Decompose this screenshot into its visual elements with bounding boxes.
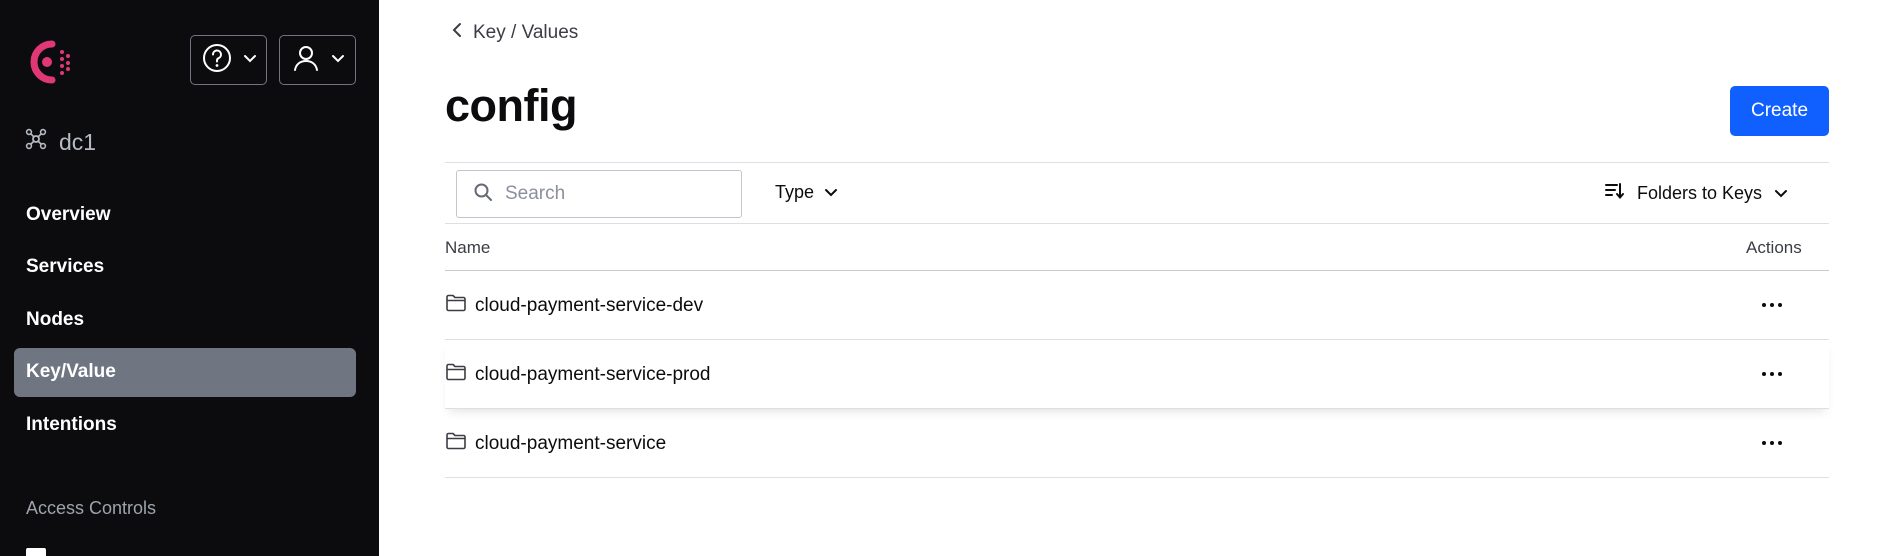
search-icon (473, 182, 493, 207)
user-menu-button[interactable] (279, 35, 356, 85)
folder-icon (445, 293, 467, 319)
main-content: Key / Values config Create Type (379, 0, 1879, 556)
sort-dropdown[interactable]: Folders to Keys (1605, 182, 1788, 205)
row-name[interactable]: cloud-payment-service-dev (475, 295, 703, 317)
table-header: Name Actions (445, 224, 1829, 271)
row-name-cell[interactable]: cloud-payment-service-dev (445, 271, 703, 340)
row-actions-button[interactable] (1760, 368, 1784, 380)
folder-icon (445, 431, 467, 457)
datacenter-icon (25, 128, 47, 156)
search-box[interactable] (456, 170, 742, 218)
type-filter-label: Type (775, 182, 815, 202)
sidebar-item-services[interactable]: Services (14, 243, 356, 292)
sidebar: dc1 Overview Services Nodes Key/Value In… (0, 0, 379, 556)
search-input[interactable] (505, 183, 725, 205)
datacenter-label: dc1 (59, 128, 97, 155)
table-row[interactable]: cloud-payment-service-dev (445, 271, 1829, 340)
table-row[interactable]: cloud-payment-service-prod (445, 340, 1829, 409)
help-menu-button[interactable] (190, 35, 267, 85)
user-icon (291, 43, 321, 78)
sort-label: Folders to Keys (1637, 183, 1763, 203)
sort-icon (1605, 182, 1625, 205)
filter-toolbar: Type Folders to Keys (445, 162, 1829, 224)
create-button[interactable]: Create (1730, 86, 1829, 136)
datacenter-selector[interactable]: dc1 (25, 128, 96, 156)
type-filter-dropdown[interactable]: Type (775, 182, 838, 203)
row-name-cell[interactable]: cloud-payment-service-prod (445, 340, 711, 409)
sidebar-item-key-value[interactable]: Key/Value (14, 347, 356, 397)
column-header-name: Name (445, 238, 491, 257)
row-name-cell[interactable]: cloud-payment-service (445, 409, 666, 478)
table-row[interactable]: cloud-payment-service (445, 409, 1829, 478)
sidebar-item-clipped[interactable] (26, 548, 46, 556)
column-header-actions: Actions (1746, 238, 1802, 257)
chevron-left-icon (451, 22, 463, 44)
app: dc1 Overview Services Nodes Key/Value In… (0, 0, 1879, 556)
breadcrumb-link[interactable]: Key / Values (473, 22, 578, 44)
chevron-down-icon (331, 51, 345, 69)
sidebar-section-access-controls: Access Controls (26, 498, 157, 518)
row-actions-button[interactable] (1760, 299, 1784, 311)
sidebar-item-nodes[interactable]: Nodes (14, 295, 356, 344)
help-circle-icon (201, 42, 233, 79)
breadcrumb[interactable]: Key / Values (451, 22, 578, 44)
sidebar-nav: Overview Services Nodes Key/Value Intent… (14, 190, 356, 453)
sidebar-item-intentions[interactable]: Intentions (14, 400, 356, 449)
row-actions-button[interactable] (1760, 437, 1784, 449)
folder-icon (445, 362, 467, 388)
page-title: config (445, 80, 577, 131)
chevron-down-icon (824, 182, 838, 203)
row-name[interactable]: cloud-payment-service (475, 433, 666, 455)
chevron-down-icon (1774, 183, 1788, 204)
consul-logo-icon[interactable] (22, 36, 74, 88)
row-name[interactable]: cloud-payment-service-prod (475, 364, 711, 386)
sidebar-item-overview[interactable]: Overview (14, 190, 356, 239)
chevron-down-icon (243, 51, 257, 69)
